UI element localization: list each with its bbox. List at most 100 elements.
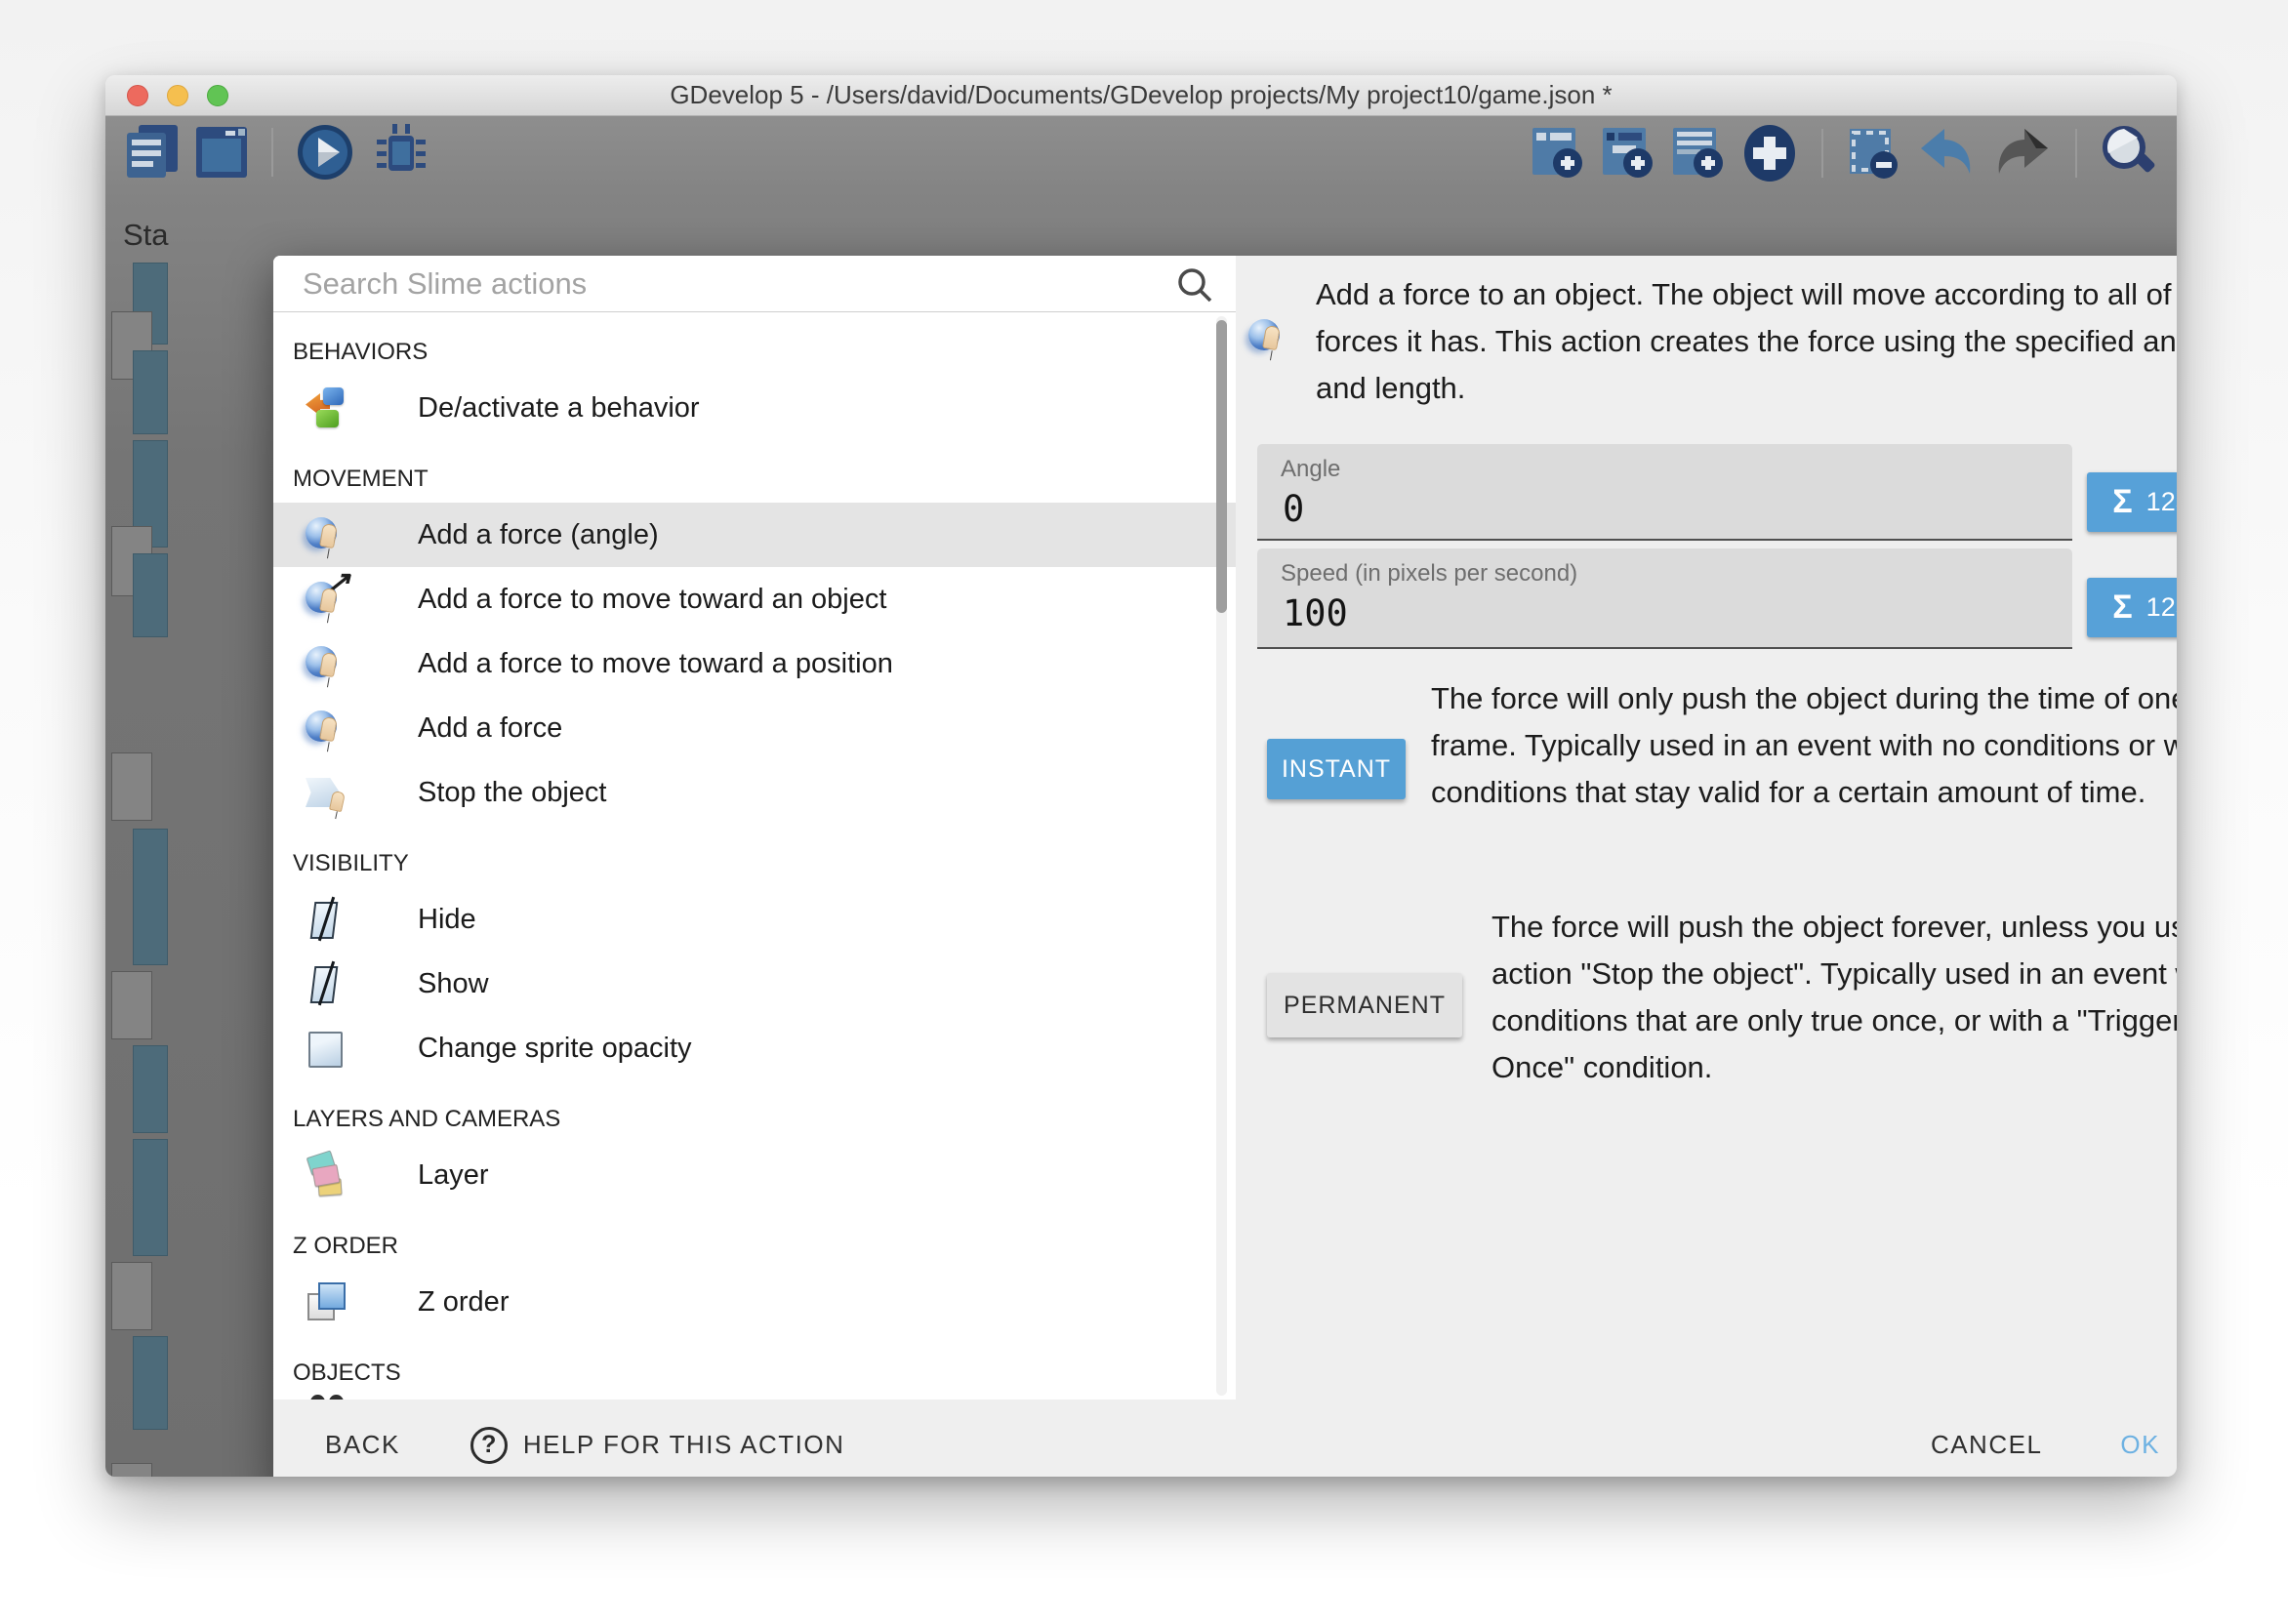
start-page-icon[interactable] (193, 123, 250, 182)
instant-description: The force will only push the object duri… (1431, 675, 2177, 816)
speed-field-input[interactable] (1281, 591, 2042, 635)
force-icon (305, 577, 349, 622)
speed-field-label: Speed (in pixels per second) (1281, 560, 2072, 588)
dialog-footer: BACK ? HELP FOR THIS ACTION CANCEL OK (273, 1400, 2177, 1477)
action-item-label: Add a force (angle) (418, 519, 659, 551)
action-list-item[interactable]: Stop the object (273, 760, 1236, 825)
visib-icon (305, 897, 349, 942)
layer-icon (305, 1153, 349, 1198)
toolbar-separator (1821, 129, 1823, 178)
add-new-icon[interactable] (1739, 123, 1800, 183)
action-section-header: MOVEMENT (273, 440, 1236, 503)
window-title: GDevelop 5 - /Users/david/Documents/GDev… (670, 80, 1612, 110)
help-icon: ? (470, 1427, 508, 1464)
angle-field-input[interactable] (1281, 487, 2042, 531)
action-item-label: De/activate a behavior (418, 392, 700, 425)
action-item-label: Add a force to move toward a position (418, 648, 893, 680)
back-button[interactable]: BACK (325, 1430, 400, 1460)
force-icon (305, 641, 349, 686)
action-section-header: VISIBILITY (273, 825, 1236, 887)
desktop-background: GDevelop 5 - /Users/david/Documents/GDev… (0, 0, 2288, 1624)
toolbar-right (1529, 122, 2159, 184)
traffic-lights (127, 85, 228, 106)
instant-button[interactable]: INSTANT (1267, 739, 1406, 799)
add-subevent-icon[interactable] (1599, 124, 1655, 183)
action-list-item[interactable]: Add a force (angle) (273, 503, 1236, 567)
behavior-icon (305, 386, 349, 430)
zoom-window-button[interactable] (207, 85, 228, 106)
action-list-item[interactable]: Add a force to move toward an object (273, 567, 1236, 631)
toolbar-separator (2075, 129, 2077, 178)
window-titlebar: GDevelop 5 - /Users/david/Documents/GDev… (105, 75, 2177, 116)
action-list-item[interactable] (273, 1393, 1236, 1400)
action-list-item[interactable]: Z order (273, 1270, 1236, 1334)
force-action-icon (1247, 314, 1292, 359)
zorder-icon (305, 1279, 349, 1324)
stop-icon (305, 770, 349, 815)
event-sheet-sliver (105, 253, 168, 1477)
speed-field-box: Speed (in pixels per second) (1257, 548, 2072, 649)
search-input[interactable] (301, 262, 1140, 306)
ok-button[interactable]: OK (2120, 1430, 2160, 1460)
numbers-icon: 123 (2146, 487, 2177, 517)
action-section-header: BEHAVIORS (273, 313, 1236, 376)
undo-icon[interactable] (1915, 125, 1978, 182)
action-list-item[interactable]: De/activate a behavior (273, 376, 1236, 440)
search-row (273, 256, 1236, 312)
search-events-icon[interactable] (2099, 122, 2159, 184)
search-icon (1175, 265, 1214, 304)
scene-tab-fragment[interactable]: Sta (123, 218, 169, 253)
action-item-label: Z order (418, 1286, 509, 1319)
opacity-icon (305, 1026, 349, 1071)
help-label: HELP FOR THIS ACTION (523, 1430, 845, 1460)
toolbar-separator (271, 128, 273, 177)
action-item-label: Layer (418, 1159, 489, 1192)
project-manager-icon[interactable] (125, 123, 180, 182)
help-link[interactable]: ? HELP FOR THIS ACTION (470, 1427, 845, 1464)
add-event-icon[interactable] (1529, 124, 1585, 183)
list-scrollbar-track[interactable] (1216, 316, 1227, 1396)
action-list-panel: BEHAVIORS De/activate a behavior MOVEMENT A… (273, 256, 1236, 1400)
action-list-item[interactable]: Show (273, 952, 1236, 1016)
numbers-icon: 123 (2146, 592, 2177, 623)
cancel-button[interactable]: CANCEL (1931, 1430, 2042, 1460)
minimize-window-button[interactable] (167, 85, 188, 106)
visib-icon (305, 961, 349, 1006)
add-comment-icon[interactable] (1669, 124, 1726, 183)
action-list-item[interactable]: Change sprite opacity (273, 1016, 1236, 1080)
action-section-header: LAYERS AND CAMERAS (273, 1080, 1236, 1143)
action-item-label: Show (418, 968, 489, 1000)
sigma-icon: Σ (2112, 483, 2132, 521)
action-description: Add a force to an object. The object wil… (1316, 271, 2177, 412)
force-icon (305, 706, 349, 751)
delete-selection-icon[interactable] (1845, 124, 1901, 183)
speed-expression-button[interactable]: Σ 123 (2087, 578, 2177, 637)
angle-field-label: Angle (1281, 456, 2072, 483)
action-chooser-dialog: BEHAVIORS De/activate a behavior MOVEMENT A… (273, 256, 2177, 1477)
action-list: BEHAVIORS De/activate a behavior MOVEMENT A… (273, 313, 1236, 1400)
action-item-label: Stop the object (418, 777, 606, 809)
toolbar-left (125, 122, 433, 183)
permanent-button[interactable]: PERMANENT (1267, 973, 1462, 1037)
list-scrollbar-thumb[interactable] (1216, 320, 1227, 613)
action-item-label: Add a force to move toward an object (418, 584, 886, 616)
redo-icon[interactable] (1991, 125, 2054, 182)
action-list-item[interactable]: Add a force (273, 696, 1236, 760)
sigma-icon: Σ (2112, 589, 2132, 627)
objects-icon (305, 1393, 349, 1400)
force-icon (305, 512, 349, 557)
action-list-item[interactable]: Layer (273, 1143, 1236, 1207)
angle-field-box: Angle (1257, 444, 2072, 541)
action-list-item[interactable]: Hide (273, 887, 1236, 952)
permanent-description: The force will push the object forever, … (1491, 904, 2177, 1091)
action-item-label: Add a force (418, 712, 562, 745)
action-item-label: Change sprite opacity (418, 1033, 692, 1065)
close-window-button[interactable] (127, 85, 148, 106)
play-preview-icon[interactable] (295, 122, 355, 183)
angle-expression-button[interactable]: Σ 123 (2087, 472, 2177, 532)
gdevelop-window: GDevelop 5 - /Users/david/Documents/GDev… (105, 75, 2177, 1477)
debug-icon[interactable] (369, 122, 433, 183)
action-section-header: OBJECTS (273, 1334, 1236, 1397)
action-config-panel: Add a force to an object. The object wil… (1236, 256, 2177, 1400)
action-list-item[interactable]: Add a force to move toward a position (273, 631, 1236, 696)
